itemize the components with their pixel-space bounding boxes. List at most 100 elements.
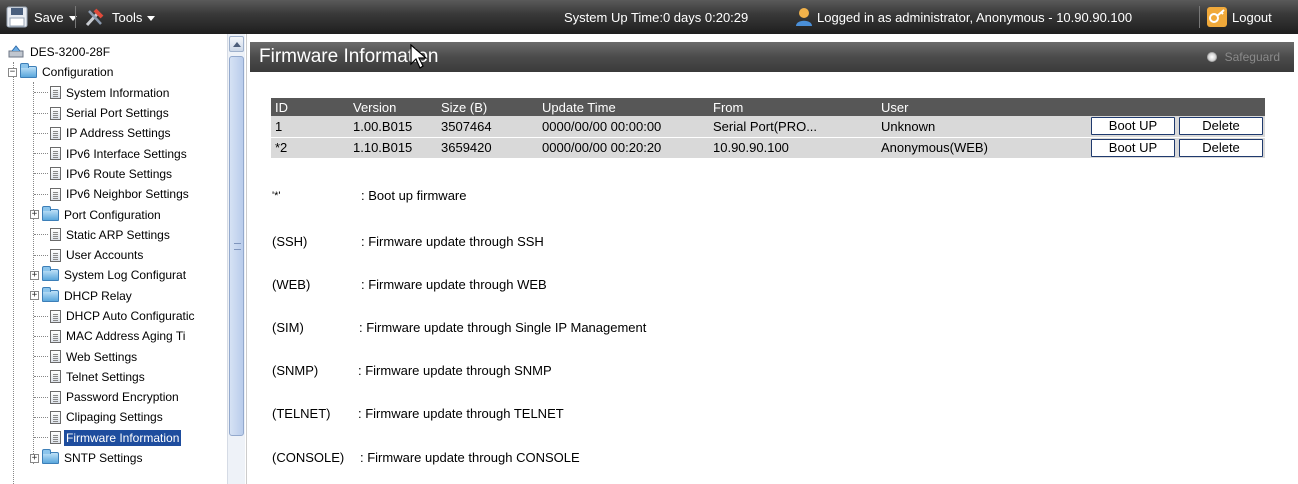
delete-button[interactable]: Delete <box>1179 117 1263 136</box>
legend-key: (TELNET) <box>272 406 331 421</box>
legend-key: (SNMP) <box>272 363 319 378</box>
page-icon <box>50 410 61 424</box>
legend-key: (SIM) <box>272 320 304 335</box>
tree-item[interactable]: IPv6 Route Settings <box>8 164 226 184</box>
tree-item[interactable]: MAC Address Aging Ti <box>8 326 226 346</box>
expand-icon[interactable]: + <box>30 270 39 280</box>
scroll-up-icon[interactable] <box>229 36 244 52</box>
tools-menu-label: Tools <box>112 9 143 25</box>
tree-item[interactable]: + DHCP Relay <box>8 286 226 306</box>
folder-icon <box>42 205 59 221</box>
safeguard-status-icon <box>1206 52 1217 62</box>
save-disk-icon <box>6 6 28 28</box>
toolbar-divider <box>75 6 76 28</box>
tree-item[interactable]: Web Settings <box>8 346 226 366</box>
cell-size: 3507464 <box>437 116 538 138</box>
collapse-icon[interactable]: − <box>8 67 17 77</box>
delete-button[interactable]: Delete <box>1179 138 1263 157</box>
legend-item: (TELNET) : Firmware update through TELNE… <box>272 406 564 421</box>
page-icon <box>50 86 61 100</box>
tree-item[interactable]: IPv6 Interface Settings <box>8 143 226 163</box>
switch-device-icon <box>8 45 24 58</box>
tree-item-label: MAC Address Aging Ti <box>66 329 186 344</box>
legend-description: : Firmware update through SNMP <box>358 363 552 378</box>
tree-connector <box>34 153 48 155</box>
tree-connector <box>34 437 48 439</box>
tree-item-label: DHCP Relay <box>64 288 132 303</box>
tree-connector <box>34 132 48 134</box>
column-header <box>1177 98 1265 116</box>
tree-connector <box>34 335 48 337</box>
tree-connector <box>34 254 48 256</box>
legend-item: (CONSOLE) : Firmware update through CONS… <box>272 450 580 465</box>
tree-item[interactable]: User Accounts <box>8 245 226 265</box>
tree-item[interactable]: Firmware Information <box>8 428 226 448</box>
navigation-tree: DES-3200-28F − Configuration System Info… <box>0 34 247 484</box>
page-icon <box>50 187 61 201</box>
save-menu[interactable]: Save <box>6 0 77 34</box>
tree-item[interactable]: Serial Port Settings <box>8 103 226 123</box>
tools-icon <box>85 8 104 27</box>
tree-connector <box>34 416 48 418</box>
tree-folder-configuration[interactable]: − Configuration <box>8 62 226 82</box>
tree-scrollbar[interactable] <box>227 34 245 484</box>
cell-update-time: 0000/00/00 00:20:20 <box>538 137 709 159</box>
expand-icon[interactable]: + <box>30 453 39 463</box>
main-content: Firmware Information Safeguard ID Versio… <box>250 34 1298 484</box>
cell-action: Delete <box>1177 116 1265 138</box>
tree-item[interactable]: Clipaging Settings <box>8 407 226 427</box>
boot-up-button[interactable]: Boot UP <box>1091 138 1175 157</box>
legend-key: (CONSOLE) <box>272 450 345 465</box>
legend-description: : Boot up firmware <box>361 188 467 203</box>
cell-id: *2 <box>271 137 349 159</box>
cell-size: 3659420 <box>437 137 538 159</box>
column-header <box>1089 98 1177 116</box>
tree-connector <box>34 92 48 94</box>
page-icon <box>50 106 61 120</box>
tree-item[interactable]: Telnet Settings <box>8 367 226 387</box>
logout-button[interactable]: Logout <box>1206 0 1272 34</box>
tree-connector <box>34 396 48 398</box>
cell-action: Boot UP <box>1089 137 1177 159</box>
tree-item[interactable]: Password Encryption <box>8 387 226 407</box>
folder-icon <box>42 449 59 465</box>
legend-description: : Firmware update through TELNET <box>358 406 564 421</box>
tree-item-label: Port Configuration <box>64 207 161 222</box>
tree-item[interactable]: DHCP Auto Configuratic <box>8 306 226 326</box>
cell-from: 10.90.90.100 <box>709 137 877 159</box>
tree-item[interactable]: IP Address Settings <box>8 123 226 143</box>
chevron-down-icon <box>147 15 156 21</box>
tree-item-label: IP Address Settings <box>66 126 171 141</box>
column-header: User <box>877 98 1089 116</box>
column-header: Update Time <box>538 98 709 116</box>
tree-connector <box>34 112 48 114</box>
legend-description: : Firmware update through WEB <box>361 277 547 292</box>
tree-item[interactable]: + Port Configuration <box>8 204 226 224</box>
tree-connector <box>34 234 48 236</box>
tree-item-label: Firmware Information <box>64 429 182 446</box>
system-uptime: System Up Time:0 days 0:20:29 <box>564 9 749 25</box>
page-icon <box>50 167 61 181</box>
column-header: From <box>709 98 877 116</box>
tree-item[interactable]: + SNTP Settings <box>8 448 226 468</box>
firmware-table: ID Version Size (B) Update Time From Use… <box>271 98 1265 159</box>
safeguard-indicator[interactable]: Safeguard <box>1206 50 1280 64</box>
tools-menu[interactable]: Tools <box>84 0 156 34</box>
save-menu-label: Save <box>34 9 64 25</box>
table-row: 1 1.00.B015 3507464 0000/00/00 00:00:00 … <box>271 116 1265 138</box>
tree-item[interactable]: System Information <box>8 83 226 103</box>
tree-item[interactable]: + System Log Configurat <box>8 265 226 285</box>
cell-user: Anonymous(WEB) <box>877 137 1089 159</box>
legend-description: : Firmware update through CONSOLE <box>360 450 580 465</box>
tree-item[interactable]: IPv6 Neighbor Settings <box>8 184 226 204</box>
expand-icon[interactable]: + <box>30 291 39 301</box>
scrollbar-thumb[interactable] <box>229 56 244 436</box>
tree-item[interactable]: Static ARP Settings <box>8 225 226 245</box>
page-icon <box>50 126 61 140</box>
tree-root-label: DES-3200-28F <box>30 45 111 60</box>
tree-root[interactable]: DES-3200-28F <box>8 42 226 62</box>
column-header: Version <box>349 98 437 116</box>
boot-up-button[interactable]: Boot UP <box>1091 117 1175 136</box>
expand-icon[interactable]: + <box>30 210 39 220</box>
tree-item-label: IPv6 Interface Settings <box>66 146 187 161</box>
